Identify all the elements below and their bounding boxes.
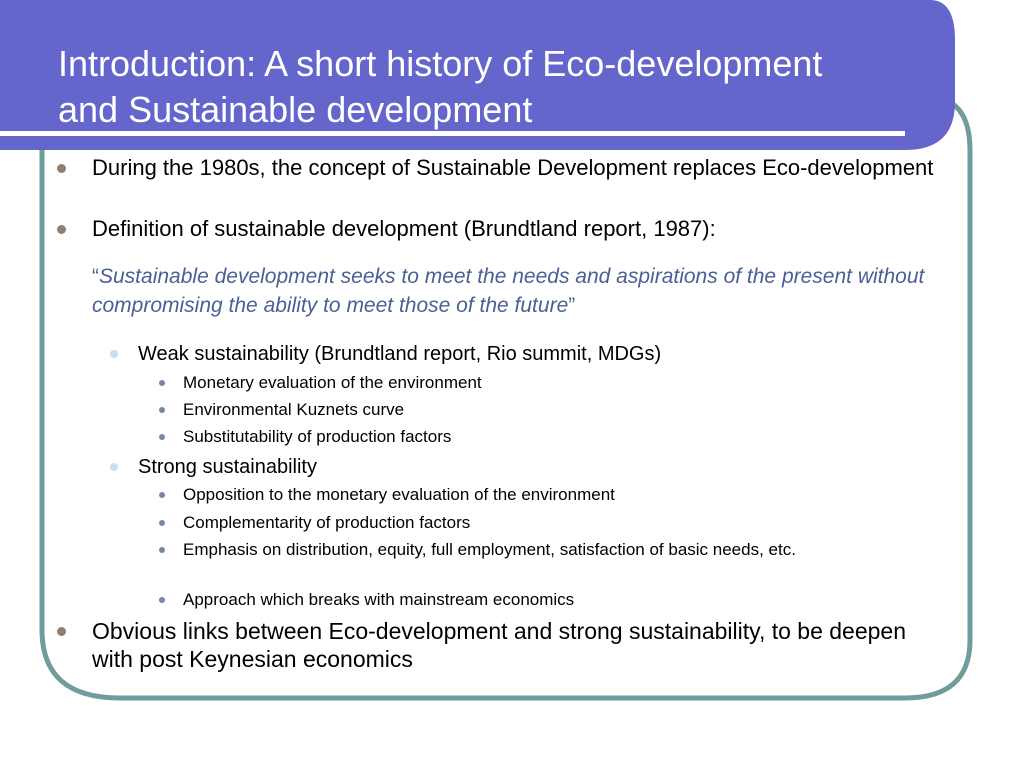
- quote-text: Sustainable development seeks to meet th…: [92, 265, 925, 317]
- bullet-dot: [159, 434, 165, 440]
- bullet-definition: Definition of sustainable development (B…: [92, 216, 716, 241]
- bullet-dot: [110, 463, 118, 471]
- bullet-dot: [57, 627, 66, 636]
- bullet-dot: [159, 547, 165, 553]
- quote-close-mark: ”: [568, 294, 576, 317]
- strong-item: Emphasis on distribution, equity, full e…: [183, 540, 796, 559]
- weak-item: Monetary evaluation of the environment: [183, 373, 482, 392]
- weak-sustainability-heading: Weak sustainability (Brundtland report, …: [138, 343, 662, 365]
- bullet-dot: [159, 407, 165, 413]
- strong-item: Approach which breaks with mainstream ec…: [183, 590, 575, 609]
- quote-open-mark: “: [92, 265, 99, 288]
- bullet-dot: [159, 597, 165, 603]
- bullet-dot: [159, 492, 165, 498]
- slide-content: During the 1980s, the concept of Sustain…: [0, 0, 1024, 768]
- bullet-conclusion: Obvious links between Eco-development an…: [92, 618, 907, 672]
- bullet-dot: [57, 225, 66, 234]
- strong-item: Complementarity of production factors: [183, 513, 471, 532]
- strong-item: Opposition to the monetary evaluation of…: [183, 485, 615, 504]
- bullet-dot: [159, 380, 165, 386]
- bullet-dot: [110, 350, 118, 358]
- bullet-dot: [57, 164, 66, 173]
- brundtland-quote: “Sustainable development seeks to meet t…: [92, 262, 942, 320]
- strong-sustainability-heading: Strong sustainability: [138, 456, 317, 478]
- bullet-1980s: During the 1980s, the concept of Sustain…: [92, 155, 934, 180]
- weak-item: Environmental Kuznets curve: [183, 400, 405, 419]
- weak-item: Substitutability of production factors: [183, 427, 452, 446]
- bullet-dot: [159, 520, 165, 526]
